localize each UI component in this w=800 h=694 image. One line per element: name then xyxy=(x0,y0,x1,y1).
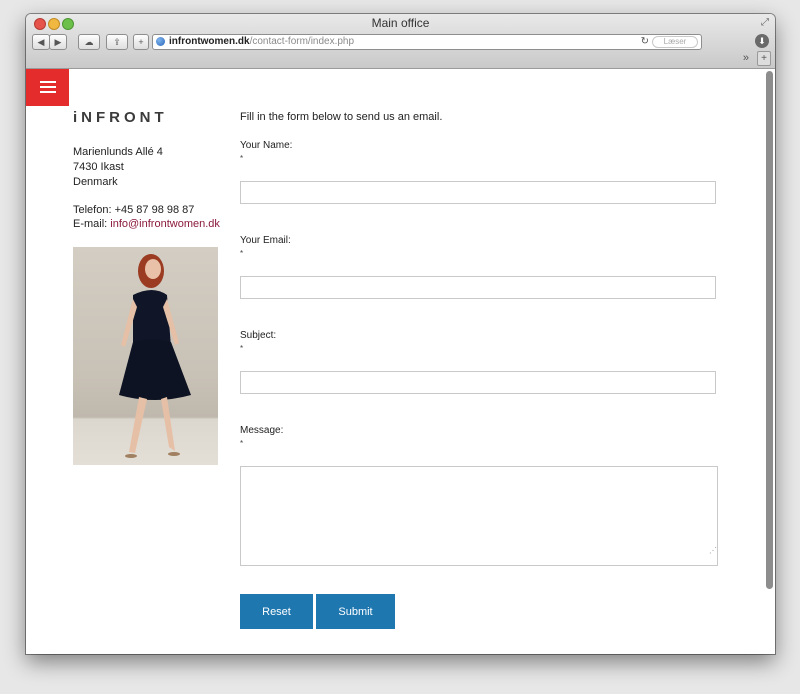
scrollbar-thumb[interactable] xyxy=(766,71,773,589)
share-icon: ⇪ xyxy=(113,37,121,47)
email-required-mark: * xyxy=(240,249,244,258)
form-intro: Fill in the form below to send us an ema… xyxy=(240,111,443,123)
address-street: Marienlunds Allé 4 xyxy=(73,146,163,158)
browser-toolbar: Main office ⤢ ◀ ▶ ☁ ⇪ + infrontwomen.dk/… xyxy=(26,14,775,69)
name-field[interactable] xyxy=(240,181,716,204)
subject-required-mark: * xyxy=(240,344,244,353)
url-text[interactable]: infrontwomen.dk/contact-form/index.php xyxy=(169,35,354,49)
back-button[interactable]: ◀ xyxy=(32,34,50,50)
new-tab-button[interactable]: + xyxy=(757,51,771,66)
window-title: Main office xyxy=(371,16,430,30)
globe-icon xyxy=(156,37,165,46)
address-country: Denmark xyxy=(73,176,118,188)
menu-button[interactable] xyxy=(26,69,69,106)
model-photo xyxy=(73,247,218,465)
browser-window: Main office ⤢ ◀ ▶ ☁ ⇪ + infrontwomen.dk/… xyxy=(26,14,775,654)
chevron-left-icon: ◀ xyxy=(37,37,45,47)
address-bar[interactable]: infrontwomen.dk/contact-form/index.php ↻… xyxy=(152,34,702,50)
fullscreen-icon[interactable]: ⤢ xyxy=(761,17,769,28)
address-block: Marienlunds Allé 4 7430 Ikast Denmark xyxy=(73,145,163,190)
forward-button[interactable]: ▶ xyxy=(49,34,67,50)
message-field[interactable] xyxy=(240,466,718,566)
woman-in-black-dress-image xyxy=(119,254,191,458)
message-required-mark: * xyxy=(240,439,244,448)
message-label: Message: xyxy=(240,425,284,436)
bookmarks-overflow-icon[interactable]: » xyxy=(743,52,749,64)
cloud-icon: ☁ xyxy=(84,37,94,47)
reader-button[interactable]: Læser xyxy=(652,36,698,48)
icloud-tabs-button[interactable]: ☁ xyxy=(78,34,100,50)
url-path: /contact-form/index.php xyxy=(249,36,355,47)
page-content: iNFRONT Marienlunds Allé 4 7430 Ikast De… xyxy=(26,69,775,654)
address-city: 7430 Ikast xyxy=(73,161,124,173)
email-label-form: Your Email: xyxy=(240,235,291,246)
email-line: E-mail: info@infrontwomen.dk xyxy=(73,218,220,230)
add-bookmark-button[interactable]: + xyxy=(133,34,149,50)
downloads-button[interactable]: ⬇ xyxy=(755,34,769,48)
hamburger-line xyxy=(40,86,56,88)
download-icon: ⬇ xyxy=(758,36,766,46)
resize-grip-icon[interactable]: ⋰ xyxy=(709,546,717,555)
hamburger-line xyxy=(40,81,56,83)
hamburger-line xyxy=(40,91,56,93)
url-host: infrontwomen.dk xyxy=(169,36,250,47)
chevron-right-icon: ▶ xyxy=(54,37,62,47)
reload-icon[interactable]: ↻ xyxy=(641,35,649,49)
share-button[interactable]: ⇪ xyxy=(106,34,128,50)
email-label: E-mail: xyxy=(73,218,111,230)
name-label: Your Name: xyxy=(240,140,293,151)
name-required-mark: * xyxy=(240,154,244,163)
site-logo[interactable]: iNFRONT xyxy=(73,109,168,126)
subject-label: Subject: xyxy=(240,330,277,341)
reset-button[interactable]: Reset xyxy=(240,594,313,629)
email-field[interactable] xyxy=(240,276,716,299)
plus-icon: + xyxy=(138,37,144,47)
email-link[interactable]: info@infrontwomen.dk xyxy=(110,218,220,230)
phone-text: Telefon: +45 87 98 98 87 xyxy=(73,204,195,216)
submit-button[interactable]: Submit xyxy=(316,594,395,629)
subject-field[interactable] xyxy=(240,371,716,394)
